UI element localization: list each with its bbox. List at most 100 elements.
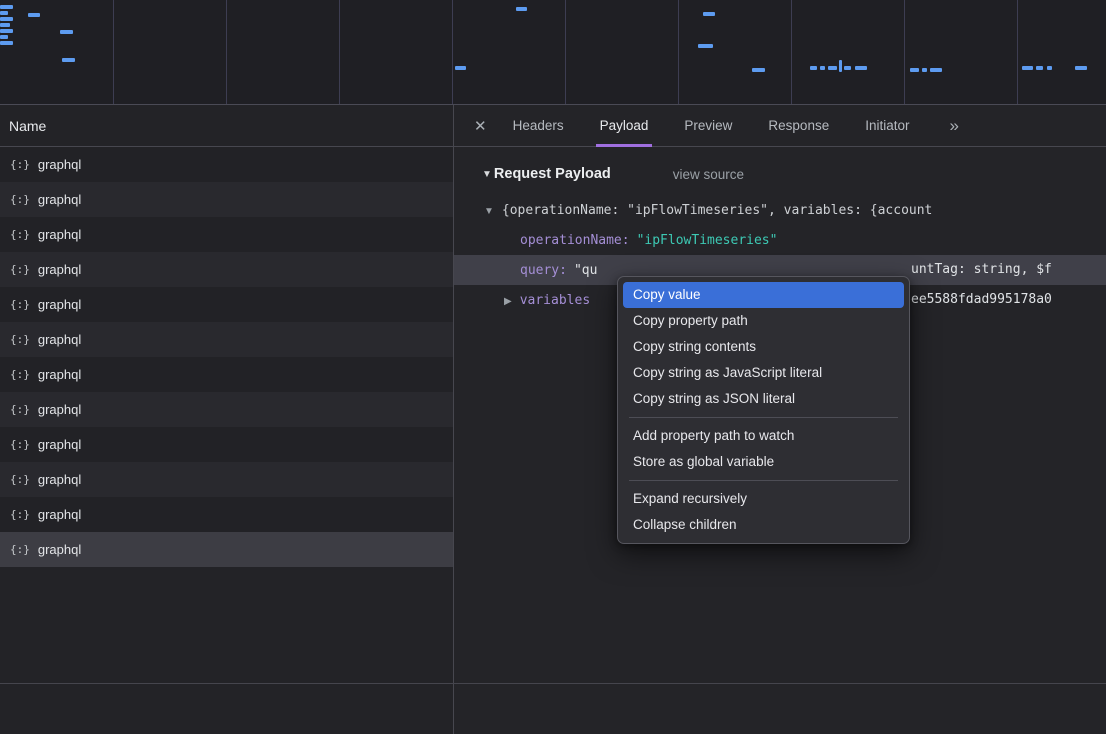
more-tabs-icon[interactable]: » <box>950 116 959 136</box>
request-timing-bar <box>855 66 867 70</box>
network-overview[interactable] <box>0 0 1106 105</box>
request-timing-bar <box>910 68 919 72</box>
property-value: "ipFlowTimeseries" <box>637 233 778 248</box>
grid-line <box>339 0 340 104</box>
context-menu: Copy valueCopy property pathCopy string … <box>617 276 910 544</box>
menu-item-collapse-children[interactable]: Collapse children <box>623 512 904 538</box>
view-source-link[interactable]: view source <box>673 167 744 182</box>
request-timing-bar <box>1047 66 1052 70</box>
grid-line <box>565 0 566 104</box>
grid-line <box>113 0 114 104</box>
request-timing-bar <box>752 68 765 72</box>
request-name: graphql <box>38 437 81 452</box>
name-column-header[interactable]: Name <box>0 105 453 147</box>
request-timing-bar <box>0 23 10 27</box>
request-name: graphql <box>38 332 81 347</box>
json-braces-icon: {:} <box>10 298 30 311</box>
request-name: graphql <box>38 402 81 417</box>
menu-item-store-as-global-variable[interactable]: Store as global variable <box>623 449 904 475</box>
tab-headers[interactable]: Headers <box>513 105 564 147</box>
grid-line <box>678 0 679 104</box>
grid-line <box>904 0 905 104</box>
menu-item-copy-string-contents[interactable]: Copy string contents <box>623 334 904 360</box>
request-timing-bar <box>698 44 713 48</box>
request-row[interactable]: {:}graphql <box>0 427 453 462</box>
request-name: graphql <box>38 542 81 557</box>
request-timing-bar <box>1022 66 1033 70</box>
property-key: variables <box>520 293 590 308</box>
requests-panel: Name {:}graphql{:}graphql{:}graphql{:}gr… <box>0 105 454 734</box>
details-tabbar: ✕ Headers Payload Preview Response Initiator… <box>454 105 1106 147</box>
tab-payload[interactable]: Payload <box>600 105 649 147</box>
request-row[interactable]: {:} graphql <box>0 147 453 182</box>
menu-item-copy-value[interactable]: Copy value <box>623 282 904 308</box>
request-timing-bar <box>810 66 817 70</box>
grid-line <box>452 0 453 104</box>
tabs-strip: Headers Payload Preview Response Initiator <box>513 105 946 147</box>
network-panel: Name {:}graphql{:}graphql{:}graphql{:}gr… <box>0 105 1106 734</box>
request-row[interactable]: {:}graphql <box>0 182 453 217</box>
property-key: query: <box>520 263 567 278</box>
request-name: graphql <box>38 262 81 277</box>
json-braces-icon: {:} <box>10 333 30 346</box>
request-timing-bar <box>703 12 715 16</box>
operation-name-row[interactable]: operationName: "ipFlowTimeseries" <box>454 225 1106 255</box>
request-payload-section: ▼ Request Payload view source <box>482 163 1106 185</box>
request-list: {:} graphql {:} graphql {:} graphql {:} graphql… <box>0 147 453 567</box>
request-row[interactable]: {:} graphql <box>0 322 453 357</box>
json-braces-icon: {:} <box>10 368 30 381</box>
tab-initiator[interactable]: Initiator <box>865 105 909 147</box>
request-timing-bar <box>844 66 851 70</box>
request-row[interactable]: {:} graphql <box>0 287 453 322</box>
grid-line <box>791 0 792 104</box>
request-timing-bar <box>516 7 527 11</box>
request-row[interactable]: {:} graphql <box>0 357 453 392</box>
request-name: graphql <box>38 297 81 312</box>
request-row[interactable]: {:} graphql <box>0 392 453 427</box>
menu-item-add-property-path-to-watch[interactable]: Add property path to watch <box>623 423 904 449</box>
request-row[interactable]: {:} graphql <box>0 497 453 532</box>
tab-preview[interactable]: Preview <box>684 105 732 147</box>
request-name: graphql <box>38 367 81 382</box>
json-braces-icon: {:} <box>10 228 30 241</box>
section-title: Request Payload <box>494 166 611 182</box>
close-icon[interactable]: ✕ <box>474 117 487 135</box>
request-row[interactable]: {:} graphql <box>0 252 453 287</box>
json-braces-icon: {:} <box>10 403 30 416</box>
request-timing-bar <box>0 29 13 33</box>
grid-line <box>226 0 227 104</box>
property-value-start: "qu <box>574 263 597 278</box>
menu-item-copy-string-as-json-literal[interactable]: Copy string as JSON literal <box>623 386 904 412</box>
triangle-down-icon[interactable]: ▼ <box>484 206 494 217</box>
payload-root-row[interactable]: ▼ {operationName: "ipFlowTimeseries", var… <box>454 195 1106 225</box>
request-timing-bar <box>0 5 13 9</box>
payload-preview-text: {operationName: "ipFlowTimeseries", vari… <box>502 203 932 218</box>
request-row[interactable]: {:}graphql <box>0 217 453 252</box>
json-braces-icon: {:} <box>10 508 30 521</box>
section-collapse-icon[interactable]: ▼ <box>482 169 492 180</box>
property-key: operationName: <box>520 233 630 248</box>
request-timing-bar <box>1075 66 1087 70</box>
property-value-continued: ee5588fdad995178a0 <box>911 285 1052 315</box>
request-timing-bar <box>922 68 927 72</box>
json-braces-icon: {:} <box>10 263 30 276</box>
request-name: graphql <box>38 157 81 172</box>
tab-response[interactable]: Response <box>768 105 829 147</box>
menu-item-copy-property-path[interactable]: Copy property path <box>623 308 904 334</box>
request-timing-bar <box>930 68 942 72</box>
grid-line <box>1017 0 1018 104</box>
triangle-right-icon[interactable]: ▶ <box>504 296 512 307</box>
request-name: graphql <box>38 507 81 522</box>
menu-separator <box>629 417 898 418</box>
menu-item-expand-recursively[interactable]: Expand recursively <box>623 486 904 512</box>
request-name: graphql <box>38 472 81 487</box>
request-timing-bar <box>1036 66 1043 70</box>
request-timing-bar <box>455 66 466 70</box>
request-timing-bar <box>820 66 825 70</box>
json-braces-icon: {:} <box>10 543 30 556</box>
json-braces-icon: {:} <box>10 193 30 206</box>
menu-item-copy-string-as-javascript-literal[interactable]: Copy string as JavaScript literal <box>623 360 904 386</box>
request-row[interactable]: {:} graphql <box>0 532 453 567</box>
request-row[interactable]: {:}graphql <box>0 462 453 497</box>
json-braces-icon: {:} <box>10 158 30 171</box>
